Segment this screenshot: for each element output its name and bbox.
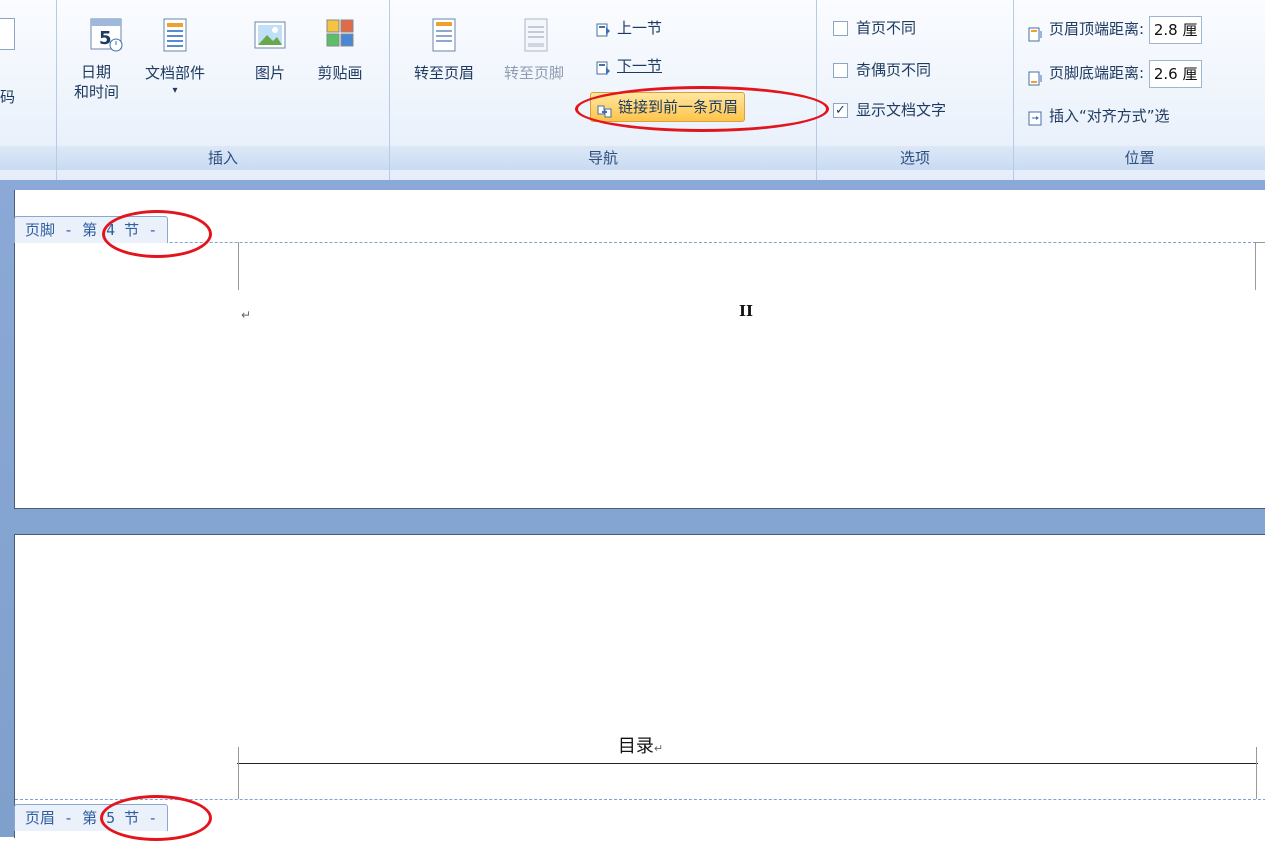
link-icon — [597, 100, 612, 118]
header-boundary-line — [15, 799, 1265, 800]
page-section-5: 目录↵ — [14, 534, 1265, 838]
goto-footer-button[interactable]: 转至页脚 — [494, 18, 578, 83]
different-first-page-checkbox[interactable]: 首页不同 — [833, 16, 916, 40]
footer-page-number[interactable]: II — [739, 302, 753, 320]
header-section-5-tab: 页眉 - 第 5 节 - — [14, 804, 169, 831]
margin-corner-mark — [238, 747, 239, 799]
ribbon-group-insert: 5 日期 和时间 文档部件 ▾ 图片 剪贴画 插入 — [57, 0, 390, 180]
footer-section-4-tab: 页脚 - 第 4 节 - — [14, 216, 169, 243]
ribbon: 码 5 日期 和时间 文档部件 ▾ 图片 剪贴画 插入 转至页眉 转至页脚 上一… — [0, 0, 1265, 180]
page-number-button[interactable]: 码 — [0, 86, 15, 107]
calendar-icon: 5 — [90, 18, 124, 52]
ribbon-group-header-footer-partial: 码 — [0, 0, 57, 180]
previous-section-label: 上一节 — [617, 19, 663, 37]
footer-from-bottom-control: 页脚底端距离: 2.6 厘 — [1028, 58, 1203, 88]
goto-footer-label: 转至页脚 — [503, 64, 564, 82]
header-bottom-border — [237, 763, 1258, 764]
header-from-top-control: 页眉顶端距离: 2.8 厘 — [1028, 14, 1203, 44]
checkbox-unchecked-icon — [833, 21, 848, 36]
group-label-position: 位置 — [1014, 146, 1265, 170]
clip-art-label: 剪贴画 — [317, 64, 363, 82]
margin-corner-mark — [1255, 242, 1265, 243]
show-document-text-checkbox[interactable]: ✓ 显示文档文字 — [833, 98, 946, 122]
dropdown-arrow-icon: ▾ — [172, 85, 178, 96]
footer-boundary-line — [15, 242, 1265, 243]
next-section-label: 下一节 — [617, 57, 663, 75]
margin-corner-mark — [1256, 747, 1257, 799]
insert-alignment-tab-button[interactable]: 插入“对齐方式”选 — [1028, 104, 1170, 128]
picture-icon — [253, 18, 287, 52]
quick-parts-icon — [158, 18, 192, 52]
different-odd-even-checkbox[interactable]: 奇偶页不同 — [833, 58, 931, 82]
page-number-label: 码 — [0, 88, 16, 106]
footer-position-icon — [1028, 66, 1043, 86]
header-from-top-input[interactable]: 2.8 厘 — [1148, 15, 1203, 44]
date-time-label-2: 和时间 — [74, 83, 120, 101]
footer-from-bottom-input[interactable]: 2.6 厘 — [1148, 59, 1203, 88]
margin-corner-mark — [238, 242, 239, 290]
checkbox-checked-icon: ✓ — [833, 103, 848, 118]
checkbox-unchecked-icon — [833, 63, 848, 78]
margin-corner-mark — [1255, 242, 1256, 290]
group-label-navigation: 导航 — [390, 146, 816, 170]
picture-label: 图片 — [254, 64, 285, 82]
ribbon-group-navigation: 转至页眉 转至页脚 上一节 下一节 链接到前一条页眉 导航 — [390, 0, 817, 180]
header-text-line[interactable]: 目录↵ — [15, 732, 1265, 758]
paragraph-mark: ↵ — [241, 308, 252, 322]
page-number-icon — [0, 18, 15, 50]
clip-art-button[interactable]: 剪贴画 — [307, 18, 373, 83]
next-section-button[interactable]: 下一节 — [596, 54, 662, 78]
group-label-insert: 插入 — [57, 146, 389, 170]
ribbon-group-options: 首页不同 奇偶页不同 ✓ 显示文档文字 选项 — [817, 0, 1014, 180]
previous-section-icon — [596, 21, 611, 37]
insert-alignment-tab-label: 插入“对齐方式”选 — [1049, 107, 1170, 125]
picture-button[interactable]: 图片 — [245, 18, 295, 83]
different-first-page-label: 首页不同 — [856, 19, 917, 37]
ribbon-group-position: 页眉顶端距离: 2.8 厘 页脚底端距离: 2.6 厘 插入“对齐方式”选 位置 — [1014, 0, 1265, 180]
paragraph-mark: ↵ — [653, 742, 664, 755]
different-odd-even-label: 奇偶页不同 — [856, 61, 932, 79]
group-label-options: 选项 — [817, 146, 1013, 170]
goto-header-icon — [427, 18, 461, 52]
goto-header-label: 转至页眉 — [413, 64, 474, 82]
goto-footer-icon — [519, 18, 553, 52]
footer-from-bottom-label: 页脚底端距离: — [1049, 64, 1145, 82]
alignment-tab-icon — [1028, 109, 1043, 126]
date-time-label-1: 日期 — [81, 63, 112, 81]
group-label-blank — [0, 146, 56, 170]
quick-parts-button[interactable]: 文档部件 ▾ — [139, 18, 211, 96]
show-document-text-label: 显示文档文字 — [856, 101, 947, 119]
header-text: 目录 — [617, 736, 654, 757]
link-to-previous-label: 链接到前一条页眉 — [618, 98, 739, 116]
header-position-icon — [1028, 22, 1043, 42]
clip-art-icon — [323, 18, 357, 52]
next-section-icon — [596, 59, 611, 75]
quick-parts-label: 文档部件 — [144, 64, 205, 82]
page-section-4: ↵ II — [14, 190, 1265, 509]
header-from-top-label: 页眉顶端距离: — [1049, 20, 1145, 38]
date-time-button[interactable]: 5 日期 和时间 — [74, 18, 137, 102]
goto-header-button[interactable]: 转至页眉 — [398, 18, 490, 83]
previous-section-button[interactable]: 上一节 — [596, 16, 662, 40]
link-to-previous-button[interactable]: 链接到前一条页眉 — [590, 92, 746, 122]
